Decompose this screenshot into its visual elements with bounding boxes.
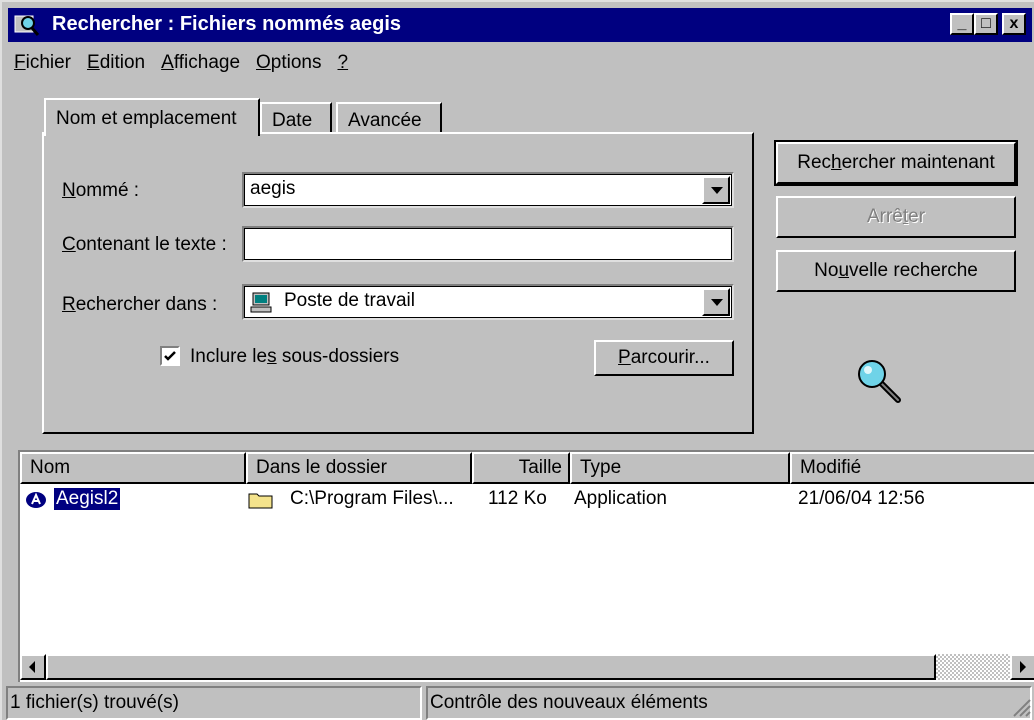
tab-label: Avancée	[348, 110, 422, 131]
arrow-left-icon	[29, 661, 35, 673]
maximize-icon: □	[981, 15, 991, 32]
menu-accel: O	[256, 52, 271, 73]
named-value: aegis	[250, 178, 296, 199]
stop-button[interactable]: Arrêter	[776, 196, 1016, 238]
browse-button[interactable]: Parcourir...	[594, 340, 734, 376]
column-header-modified[interactable]: Modifié	[790, 452, 1034, 484]
tab-date[interactable]: Date	[260, 102, 332, 134]
named-combobox[interactable]: aegis	[242, 172, 734, 208]
menu-accel: F	[14, 52, 26, 73]
application-icon	[26, 492, 46, 508]
menu-affichage[interactable]: Affichage	[161, 52, 240, 82]
title-bar[interactable]: Rechercher : Fichiers nommés aegis _ □ x	[8, 8, 1032, 42]
include-subfolders-label[interactable]: Inclure les sous-dossiers	[190, 346, 399, 368]
menu-bar: Fichier Edition Affichage Options ?	[14, 52, 364, 82]
contains-text-input[interactable]	[242, 226, 734, 262]
cell-name: Aegisl2	[52, 487, 122, 511]
menu-label: ffichage	[173, 52, 241, 73]
scroll-right-button[interactable]	[1010, 654, 1034, 680]
search-now-button[interactable]: Rechercher maintenant	[774, 140, 1018, 186]
menu-accel: A	[161, 52, 174, 73]
menu-help[interactable]: ?	[338, 52, 349, 82]
cell-folder: C:\Program Files\...	[290, 488, 454, 509]
status-message: Contrôle des nouveaux éléments	[426, 686, 1032, 720]
menu-label: ptions	[270, 52, 322, 73]
menu-fichier[interactable]: Fichier	[14, 52, 71, 82]
menu-label: dition	[99, 52, 146, 73]
menu-accel: ?	[337, 52, 349, 73]
menu-edition[interactable]: Edition	[87, 52, 145, 82]
contains-label: Contenant le texte :	[62, 234, 227, 255]
menu-accel: E	[87, 52, 100, 73]
status-found-count: 1 fichier(s) trouvé(s)	[6, 686, 422, 720]
close-icon: x	[1009, 15, 1019, 32]
window-title: Rechercher : Fichiers nommés aegis	[52, 13, 402, 35]
column-header-folder[interactable]: Dans le dossier	[246, 452, 472, 484]
minimize-button[interactable]: _	[950, 13, 974, 35]
folder-icon	[248, 493, 273, 509]
cell-size: 112 Ko	[488, 488, 547, 509]
menu-options[interactable]: Options	[256, 52, 321, 82]
lookin-dropdown-button[interactable]	[702, 288, 730, 316]
menu-label: ichier	[25, 52, 72, 73]
tab-label: Date	[272, 110, 313, 131]
tab-nom-emplacement[interactable]: Nom et emplacement	[44, 98, 260, 136]
scroll-thumb[interactable]	[46, 654, 936, 680]
search-window-icon	[14, 15, 40, 36]
tab-panel: Nommé : aegis Contenant le texte : Reche…	[42, 132, 754, 434]
cell-modified: 21/06/04 12:56	[798, 488, 925, 509]
scroll-track[interactable]	[936, 654, 1010, 680]
close-button[interactable]: x	[1002, 13, 1026, 35]
named-dropdown-button[interactable]	[702, 176, 730, 204]
column-header-type[interactable]: Type	[570, 452, 790, 484]
named-label: Nommé :	[62, 180, 140, 201]
minimize-icon: _	[957, 15, 967, 32]
results-list[interactable]: Nom Dans le dossier Taille Type Modifié …	[18, 450, 1034, 682]
magnifier-icon	[858, 360, 901, 403]
lookin-value: Poste de travail	[284, 290, 415, 311]
lookin-combobox[interactable]: Poste de travail	[242, 284, 734, 320]
lookin-label: Rechercher dans :	[62, 294, 218, 315]
arrow-right-icon	[1020, 661, 1026, 673]
tab-avancee[interactable]: Avancée	[336, 102, 442, 134]
include-subfolders-checkbox[interactable]	[160, 346, 180, 366]
checkmark-icon	[164, 351, 176, 361]
new-search-button[interactable]: Nouvelle recherche	[776, 250, 1016, 292]
tab-label: Nom et emplacement	[56, 108, 237, 129]
resize-grip-icon[interactable]	[1010, 696, 1032, 718]
column-header-size[interactable]: Taille	[472, 452, 570, 484]
computer-icon	[250, 292, 272, 313]
maximize-button[interactable]: □	[974, 13, 998, 35]
horizontal-scrollbar[interactable]	[20, 654, 1034, 680]
column-header-nom[interactable]: Nom	[20, 452, 246, 484]
cell-type: Application	[574, 488, 667, 509]
scroll-left-button[interactable]	[20, 654, 46, 680]
search-window: Rechercher : Fichiers nommés aegis _ □ x…	[0, 0, 1034, 720]
